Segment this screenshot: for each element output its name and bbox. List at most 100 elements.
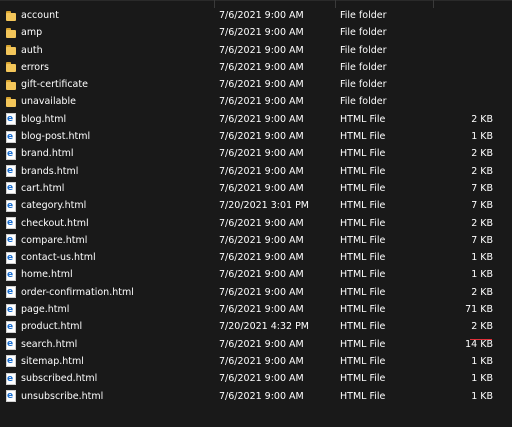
- header-border: [0, 0, 512, 1]
- file-type: HTML File: [340, 165, 386, 177]
- file-date-modified: 7/6/2021 9:00 AM: [219, 286, 304, 298]
- file-name[interactable]: blog-post.html: [21, 131, 90, 142]
- html-file-icon: e: [5, 251, 17, 264]
- file-row[interactable]: e unsubscribe.html 7/6/2021 9:00 AM HTML Fi…: [0, 388, 512, 405]
- file-type: File folder: [340, 44, 387, 56]
- file-size: 2 KB: [471, 217, 493, 229]
- html-file-icon: e: [5, 113, 17, 126]
- folder-icon: [5, 10, 17, 22]
- file-name[interactable]: errors: [21, 62, 49, 73]
- file-size: 7 KB: [471, 200, 493, 212]
- file-name[interactable]: sitemap.html: [21, 356, 84, 367]
- file-name[interactable]: brand.html: [21, 148, 73, 159]
- file-date-modified: 7/6/2021 9:00 AM: [219, 390, 304, 402]
- folder-icon: [5, 61, 17, 73]
- html-file-icon: e: [5, 286, 17, 299]
- file-row[interactable]: e compare.html 7/6/2021 9:00 AM HTML File 7 …: [0, 232, 512, 249]
- file-type: File folder: [340, 27, 387, 39]
- file-date-modified: 7/6/2021 9:00 AM: [219, 79, 304, 91]
- file-date-modified: 7/6/2021 9:00 AM: [219, 113, 304, 125]
- file-name[interactable]: home.html: [21, 269, 73, 280]
- file-type: HTML File: [340, 148, 386, 160]
- file-date-modified: 7/6/2021 9:00 AM: [219, 304, 304, 316]
- file-date-modified: 7/6/2021 9:00 AM: [219, 131, 304, 143]
- html-file-icon: e: [5, 268, 17, 281]
- file-name[interactable]: subscribed.html: [21, 373, 97, 384]
- file-name[interactable]: product.html: [21, 321, 82, 332]
- file-list: account 7/6/2021 9:00 AM File folder amp 7/6…: [0, 7, 512, 405]
- file-row[interactable]: e cart.html 7/6/2021 9:00 AM HTML File 7 KB: [0, 180, 512, 197]
- file-name[interactable]: category.html: [21, 200, 86, 211]
- file-name[interactable]: blog.html: [21, 114, 66, 125]
- file-size: 2 KB: [471, 286, 493, 298]
- file-type: File folder: [340, 79, 387, 91]
- html-file-icon: e: [5, 320, 17, 333]
- html-file-icon: e: [5, 147, 17, 160]
- file-date-modified: 7/6/2021 9:00 AM: [219, 355, 304, 367]
- html-file-icon: e: [5, 130, 17, 143]
- file-name[interactable]: checkout.html: [21, 218, 89, 229]
- file-row[interactable]: e checkout.html 7/6/2021 9:00 AM HTML File 2…: [0, 215, 512, 232]
- folder-icon: [5, 79, 17, 91]
- file-type: File folder: [340, 61, 387, 73]
- file-row[interactable]: account 7/6/2021 9:00 AM File folder: [0, 7, 512, 24]
- folder-icon: [5, 96, 17, 108]
- file-type: HTML File: [340, 182, 386, 194]
- file-row[interactable]: e brands.html 7/6/2021 9:00 AM HTML File 2 K…: [0, 163, 512, 180]
- file-row[interactable]: e brand.html 7/6/2021 9:00 AM HTML File 2 KB: [0, 145, 512, 162]
- file-row[interactable]: amp 7/6/2021 9:00 AM File folder: [0, 24, 512, 41]
- file-size: 7 KB: [471, 182, 493, 194]
- file-date-modified: 7/20/2021 4:32 PM: [219, 321, 310, 333]
- html-file-icon: e: [5, 303, 17, 316]
- folder-icon: [5, 44, 17, 56]
- file-name[interactable]: cart.html: [21, 183, 64, 194]
- file-row[interactable]: e contact-us.html 7/6/2021 9:00 AM HTML Fil…: [0, 249, 512, 266]
- file-row[interactable]: auth 7/6/2021 9:00 AM File folder: [0, 42, 512, 59]
- file-name[interactable]: contact-us.html: [21, 252, 96, 263]
- file-size: 71 KB: [465, 304, 493, 316]
- file-name[interactable]: brands.html: [21, 166, 78, 177]
- file-row[interactable]: e subscribed.html 7/6/2021 9:00 AM HTML Fil…: [0, 370, 512, 387]
- file-type: HTML File: [340, 321, 386, 333]
- file-date-modified: 7/6/2021 9:00 AM: [219, 27, 304, 39]
- html-file-icon: e: [5, 372, 17, 385]
- file-type: HTML File: [340, 113, 386, 125]
- file-row[interactable]: e product.html 7/20/2021 4:32 PM HTML File 2…: [0, 318, 512, 335]
- html-file-icon: e: [5, 355, 17, 368]
- file-row[interactable]: e category.html 7/20/2021 3:01 PM HTML File…: [0, 197, 512, 214]
- html-file-icon: e: [5, 199, 17, 212]
- file-row[interactable]: e order-confirmation.html 7/6/2021 9:00 AM…: [0, 284, 512, 301]
- file-date-modified: 7/20/2021 3:01 PM: [219, 200, 310, 212]
- file-row[interactable]: e search.html 7/6/2021 9:00 AM HTML File 14 …: [0, 336, 512, 353]
- file-name[interactable]: order-confirmation.html: [21, 287, 134, 298]
- file-row[interactable]: errors 7/6/2021 9:00 AM File folder: [0, 59, 512, 76]
- file-name[interactable]: unsubscribe.html: [21, 391, 103, 402]
- file-row[interactable]: e blog.html 7/6/2021 9:00 AM HTML File 2 KB: [0, 111, 512, 128]
- file-name[interactable]: amp: [21, 27, 42, 38]
- file-name[interactable]: unavailable: [21, 96, 76, 107]
- file-name[interactable]: search.html: [21, 339, 77, 350]
- file-name[interactable]: compare.html: [21, 235, 87, 246]
- file-row[interactable]: e home.html 7/6/2021 9:00 AM HTML File 1 KB: [0, 266, 512, 283]
- file-size: 1 KB: [471, 252, 493, 264]
- file-row[interactable]: e blog-post.html 7/6/2021 9:00 AM HTML File…: [0, 128, 512, 145]
- file-name[interactable]: page.html: [21, 304, 69, 315]
- file-date-modified: 7/6/2021 9:00 AM: [219, 217, 304, 229]
- file-row[interactable]: unavailable 7/6/2021 9:00 AM File folder: [0, 93, 512, 110]
- file-date-modified: 7/6/2021 9:00 AM: [219, 61, 304, 73]
- file-name[interactable]: account: [21, 10, 59, 21]
- file-row[interactable]: gift-certificate 7/6/2021 9:00 AM File fol…: [0, 76, 512, 93]
- file-name[interactable]: gift-certificate: [21, 79, 88, 90]
- file-date-modified: 7/6/2021 9:00 AM: [219, 338, 304, 350]
- file-type: HTML File: [340, 234, 386, 246]
- file-type: HTML File: [340, 269, 386, 281]
- file-size: 1 KB: [471, 373, 493, 385]
- file-row[interactable]: e sitemap.html 7/6/2021 9:00 AM HTML File 1 …: [0, 353, 512, 370]
- file-type: HTML File: [340, 390, 386, 402]
- file-name[interactable]: auth: [21, 45, 43, 56]
- file-type: HTML File: [340, 131, 386, 143]
- file-row[interactable]: e page.html 7/6/2021 9:00 AM HTML File 71 KB: [0, 301, 512, 318]
- html-file-icon: e: [5, 338, 17, 351]
- file-date-modified: 7/6/2021 9:00 AM: [219, 234, 304, 246]
- file-date-modified: 7/6/2021 9:00 AM: [219, 44, 304, 56]
